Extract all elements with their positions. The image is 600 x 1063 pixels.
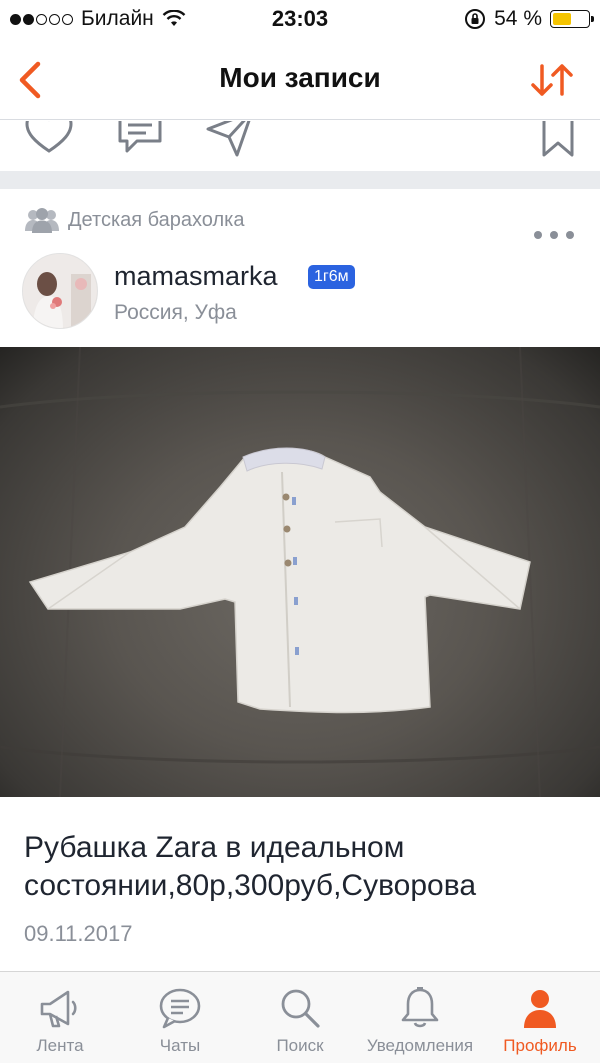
group-link[interactable]: Детская барахолка <box>24 207 244 233</box>
more-dot-icon <box>550 231 558 239</box>
post-text: Рубашка Zara в идеальном состоянии,80р,3… <box>24 831 477 902</box>
tab-label: Лента <box>36 1036 84 1055</box>
tab-label: Уведомления <box>366 1036 474 1055</box>
navigation-bar: Мои записи <box>0 40 600 120</box>
status-right: 54 % <box>464 7 594 31</box>
group-icon <box>25 208 59 233</box>
author-row: mamasmarka 1г6м Россия, Уфа <box>22 251 578 331</box>
post-card: Детская барахолка mamasmarka 1г6м Россия… <box>0 189 600 971</box>
sort-button[interactable] <box>528 58 576 102</box>
tab-notifications[interactable]: Уведомления <box>360 972 480 1063</box>
more-dot-icon <box>566 231 574 239</box>
previous-post-actions <box>0 121 600 171</box>
status-bar: Билайн 23:03 54 % <box>0 0 600 40</box>
avatar[interactable] <box>22 253 98 329</box>
tab-feed[interactable]: Лента <box>0 972 120 1063</box>
more-dot-icon <box>534 231 542 239</box>
feed-separator <box>0 171 600 189</box>
tab-label: Поиск <box>276 1036 324 1055</box>
group-name: Детская барахолка <box>68 208 245 231</box>
tab-profile[interactable]: Профиль <box>480 972 600 1063</box>
megaphone-icon <box>40 990 77 1028</box>
more-options-button[interactable] <box>534 231 574 239</box>
tab-label: Профиль <box>503 1036 577 1055</box>
battery-percent: 54 % <box>494 7 542 30</box>
post-date: 09.11.2017 <box>24 921 133 946</box>
sort-arrows-icon <box>531 64 573 96</box>
bell-icon <box>401 987 439 1028</box>
avatar-photo <box>23 254 97 328</box>
tab-chats[interactable]: Чаты <box>120 972 240 1063</box>
shirt-photo-illustration <box>0 347 600 797</box>
rotation-lock-icon <box>465 9 486 29</box>
author-location: Россия, Уфа <box>114 301 237 324</box>
search-icon <box>281 989 320 1028</box>
author-username[interactable]: mamasmarka <box>114 261 278 292</box>
share-icon[interactable] <box>205 121 255 159</box>
page-title: Мои записи <box>219 62 381 93</box>
bookmark-icon[interactable] <box>540 121 576 159</box>
tab-search[interactable]: Поиск <box>240 972 360 1063</box>
like-icon[interactable] <box>24 121 74 159</box>
tab-label: Чаты <box>159 1036 201 1055</box>
chat-bubble-icon <box>159 988 201 1029</box>
battery-icon <box>550 10 594 28</box>
post-age-badge: 1г6м <box>308 265 355 289</box>
person-icon <box>524 990 556 1028</box>
comment-icon[interactable] <box>115 121 165 159</box>
tab-bar: Лента Чаты Поиск Уведомления Профиль <box>0 971 600 1063</box>
post-photo[interactable] <box>0 347 600 797</box>
